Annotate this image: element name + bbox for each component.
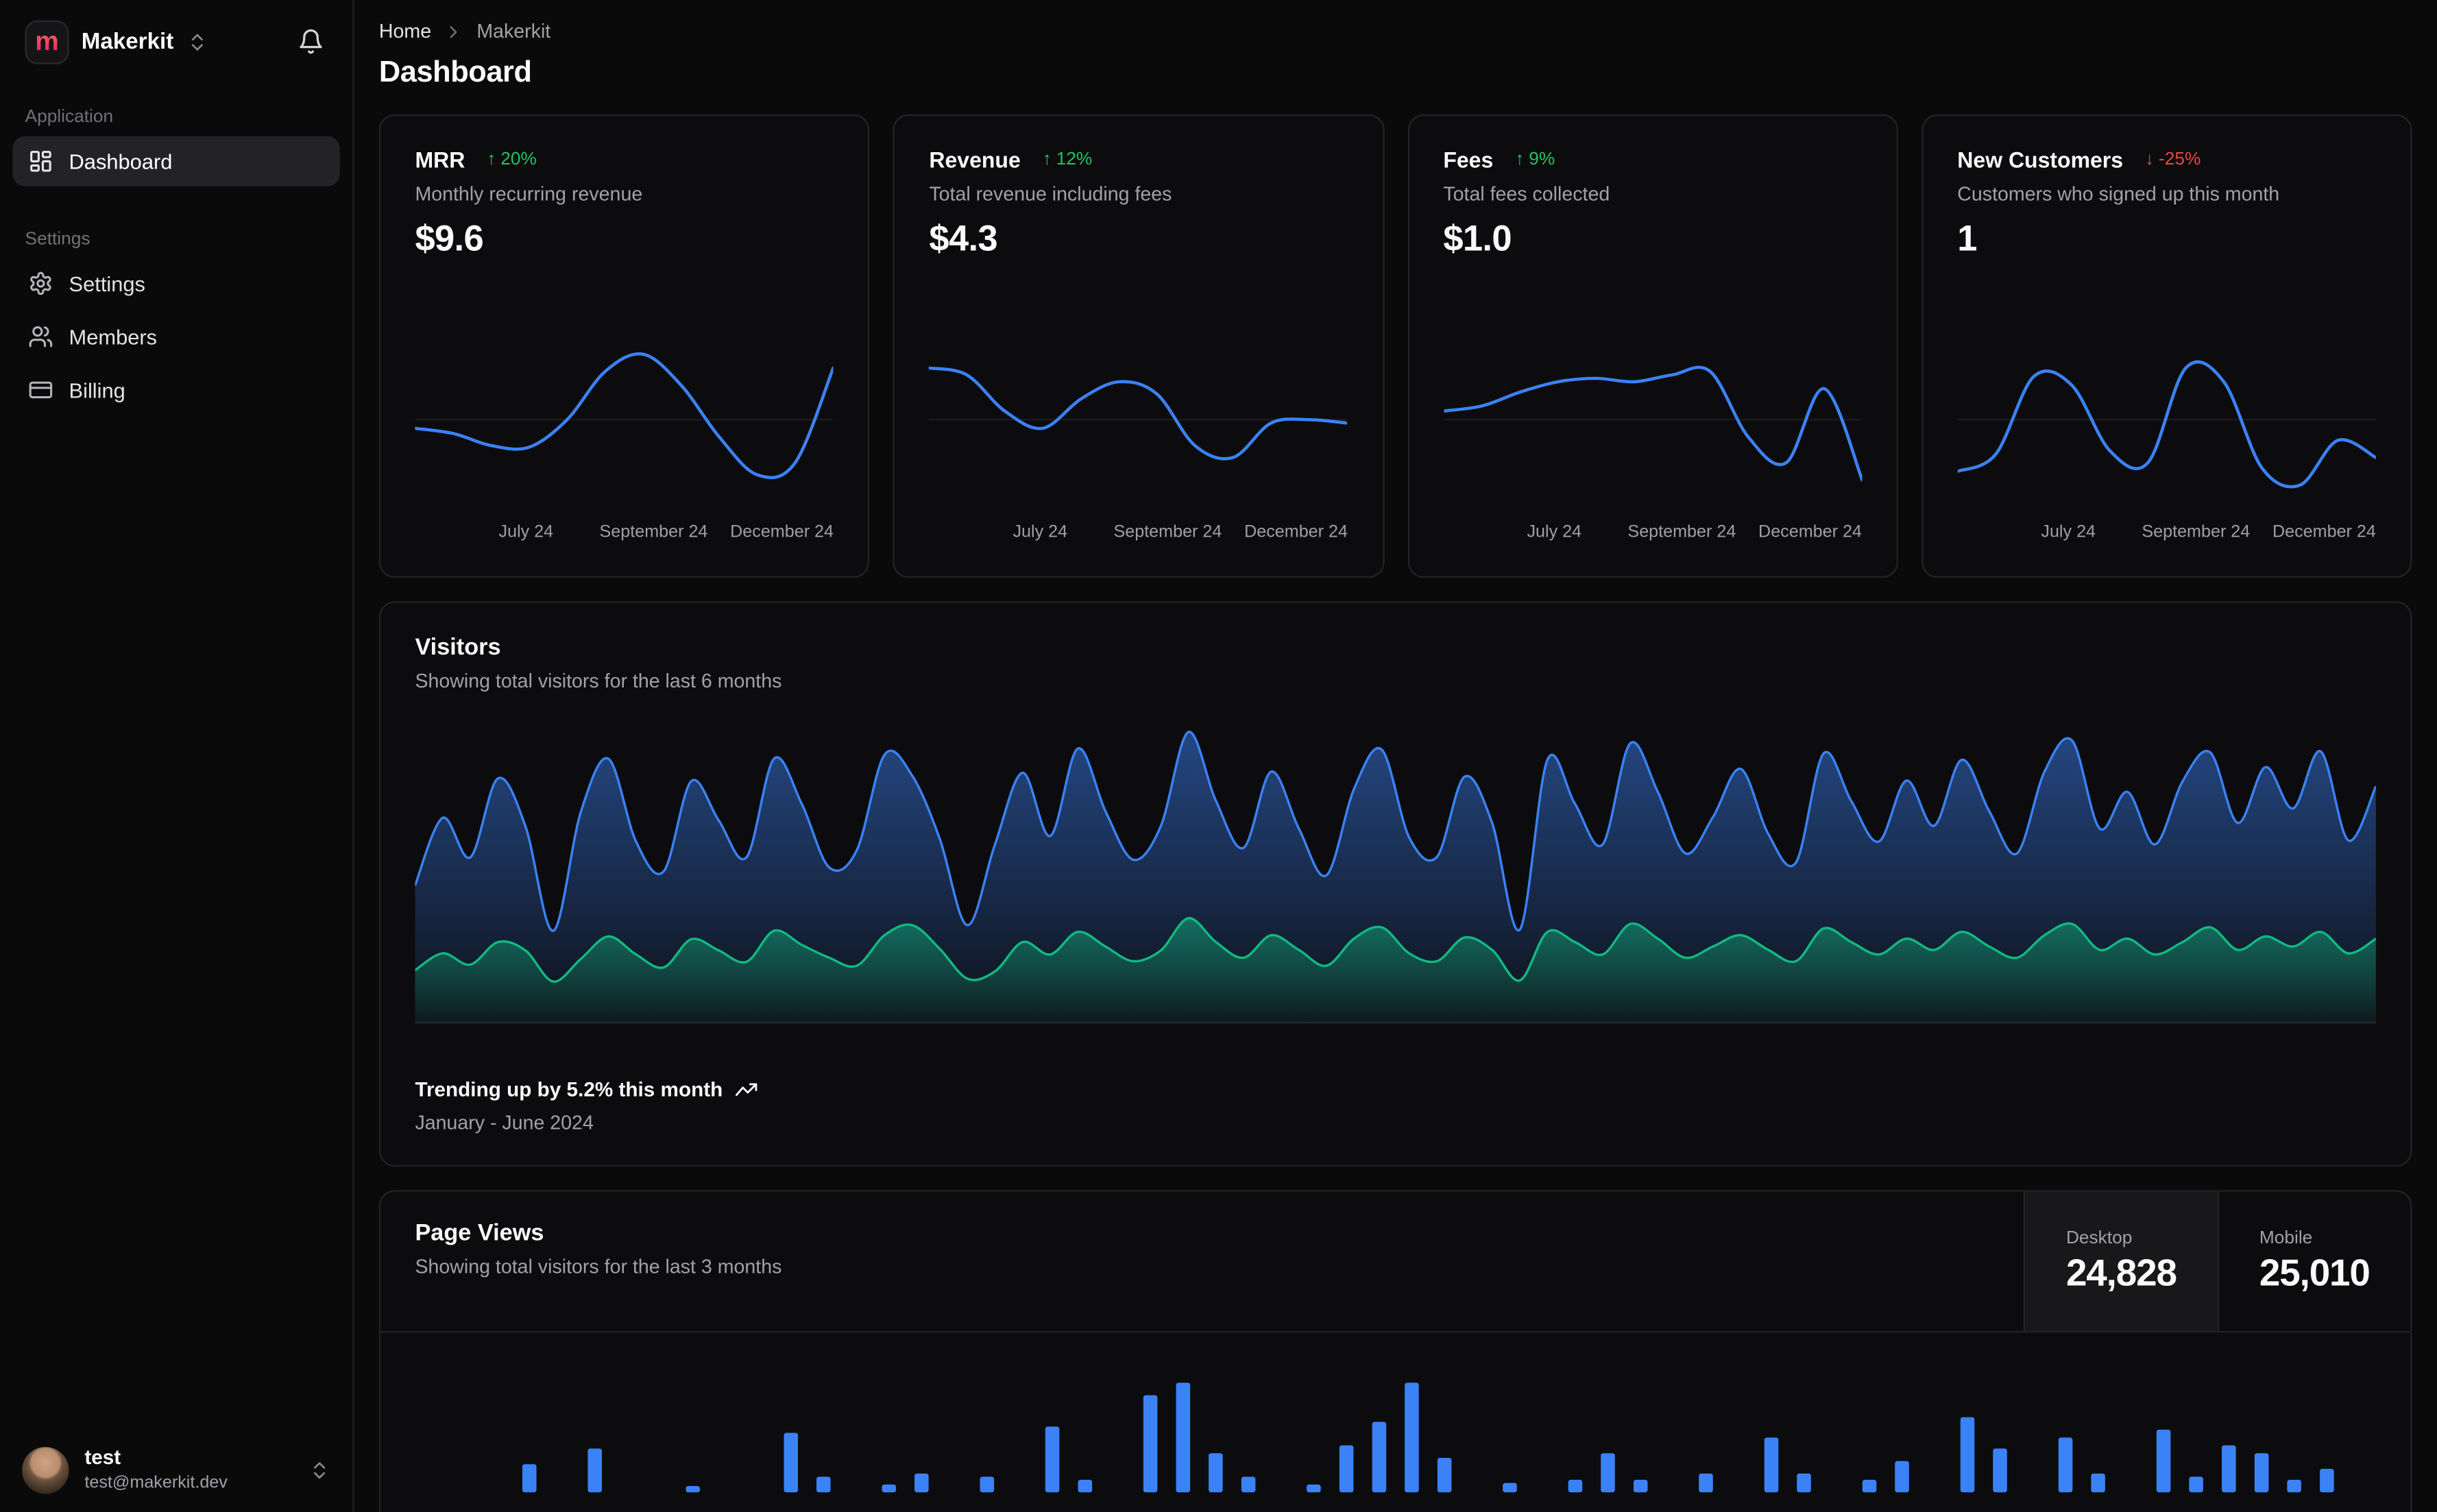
new-customers-sparkline-chart <box>1957 329 2376 511</box>
stat-title: New Customers <box>1957 147 2124 173</box>
user-name: test <box>84 1446 121 1470</box>
gear-icon <box>30 271 51 295</box>
stat-description: Customers who signed up this month <box>1957 183 2280 206</box>
app-window: m Makerkit Application Dashboard Setting… <box>0 0 2437 1512</box>
stat-description: Total fees collected <box>1443 183 1610 206</box>
stat-title: Revenue <box>929 147 1021 173</box>
trending-up-icon <box>736 1083 758 1097</box>
breadcrumb-current: Makerkit <box>476 20 551 42</box>
user-menu[interactable]: test test@makerkit.dev <box>0 1427 352 1512</box>
nav-settings: Settings Members Billing <box>0 249 352 418</box>
toggle-desktop[interactable]: Desktop 24,828 <box>2024 1191 2218 1331</box>
toggle-mobile[interactable]: Mobile 25,010 <box>2217 1191 2410 1331</box>
stat-description: Monthly recurring revenue <box>415 183 643 206</box>
section-label-application: Application <box>25 108 114 127</box>
user-email: test@makerkit.dev <box>84 1473 228 1492</box>
stat-value: $9.6 <box>415 217 484 258</box>
page-views-bar-chart <box>415 1332 2375 1493</box>
visitors-title: Visitors <box>415 634 501 661</box>
page-views-title: Page Views <box>415 1219 544 1247</box>
x-axis-ticks: July 24 September 24 December 24 <box>1527 523 1862 542</box>
section-label-settings: Settings <box>25 230 90 249</box>
stat-title: Fees <box>1443 147 1494 173</box>
stat-value: $4.3 <box>929 217 997 258</box>
arrow-up-icon: ↑ <box>487 150 496 169</box>
stat-card-new-customers: New Customers ↓ -25% Customers who signed… <box>1921 114 2412 578</box>
sidebar-item-label: Billing <box>69 378 125 402</box>
visitors-card: Visitors Showing total visitors for the … <box>378 601 2412 1167</box>
toggle-desktop-label: Desktop <box>2065 1229 2133 1248</box>
page-views-card: Page Views Showing total visitors for th… <box>378 1190 2412 1512</box>
visitors-footer: Trending up by 5.2% this month January -… <box>415 1077 2375 1134</box>
nav-application: Dashboard <box>0 127 352 189</box>
sidebar-item-billing[interactable]: Billing <box>12 365 340 415</box>
makerkit-logo: m <box>25 19 69 64</box>
breadcrumb-home-link[interactable]: Home <box>379 21 431 42</box>
chevrons-up-down-icon <box>314 1461 326 1478</box>
x-axis-ticks: July 24 September 24 December 24 <box>1013 523 1348 542</box>
stat-card-fees: Fees ↑ 9% Total fees collected $1.0 July … <box>1407 114 1898 578</box>
x-axis-ticks: July 24 September 24 December 24 <box>2041 523 2376 542</box>
workspace-name: Makerkit <box>81 29 174 54</box>
x-axis-ticks: July 24 September 24 December 24 <box>498 523 834 542</box>
credit-card-icon <box>29 381 53 399</box>
sidebar-item-label: Dashboard <box>69 149 173 173</box>
user-meta: test test@makerkit.dev <box>84 1446 293 1494</box>
users-icon <box>29 326 53 347</box>
stat-card-mrr: MRR ↑ 20% Monthly recurring revenue $9.6 … <box>378 114 870 578</box>
page-title: Dashboard <box>378 56 532 90</box>
arrow-up-icon: ↑ <box>1042 150 1052 169</box>
user-avatar <box>21 1446 69 1493</box>
chevron-right-icon <box>444 21 464 42</box>
stat-title: MRR <box>415 147 465 173</box>
arrow-down-icon: ↓ <box>2145 150 2155 169</box>
bell-icon <box>300 29 322 54</box>
toggle-mobile-label: Mobile <box>2259 1229 2313 1248</box>
toggle-desktop-value: 24,828 <box>2065 1252 2177 1295</box>
visitors-range-text: January - June 2024 <box>415 1112 594 1134</box>
page-views-header: Page Views Showing total visitors for th… <box>380 1191 2411 1333</box>
notifications-button[interactable] <box>288 19 333 64</box>
stat-value: 1 <box>1957 217 1977 258</box>
sidebar-item-members[interactable]: Members <box>12 312 340 362</box>
sidebar-item-label: Members <box>69 325 158 349</box>
visitors-trend-text: Trending up by 5.2% this month <box>415 1077 723 1101</box>
revenue-sparkline-chart <box>929 329 1348 511</box>
workspace-switcher[interactable]: m Makerkit <box>25 19 208 64</box>
page-views-subtitle: Showing total visitors for the last 3 mo… <box>415 1256 782 1278</box>
stat-cards-row: MRR ↑ 20% Monthly recurring revenue $9.6 … <box>378 114 2412 578</box>
sidebar-header: m Makerkit <box>0 0 352 67</box>
arrow-up-icon: ↑ <box>1515 150 1525 169</box>
chevrons-up-down-icon <box>191 33 203 50</box>
toggle-mobile-value: 25,010 <box>2259 1252 2371 1295</box>
mrr-sparkline-chart <box>415 329 834 511</box>
main-content: Home Makerkit Dashboard MRR ↑ 20% Monthly… <box>354 0 2437 1512</box>
trend-badge: ↑ 12% <box>1042 150 1093 169</box>
stat-description: Total revenue including fees <box>929 183 1172 206</box>
stat-card-revenue: Revenue ↑ 12% Total revenue including fee… <box>893 114 1384 578</box>
dashboard-icon <box>30 151 51 172</box>
fees-sparkline-chart <box>1443 329 1862 511</box>
breadcrumb: Home Makerkit <box>379 21 2412 42</box>
sidebar: m Makerkit Application Dashboard Setting… <box>0 0 354 1512</box>
sidebar-item-dashboard[interactable]: Dashboard <box>12 136 340 186</box>
trend-badge: ↑ 9% <box>1515 150 1555 169</box>
trend-badge: ↑ 20% <box>487 150 537 169</box>
trend-badge: ↓ -25% <box>2145 150 2201 169</box>
sidebar-item-settings[interactable]: Settings <box>12 258 340 308</box>
sidebar-item-label: Settings <box>69 271 145 295</box>
visitors-area-chart <box>415 714 2376 1025</box>
visitors-subtitle: Showing total visitors for the last 6 mo… <box>415 670 782 692</box>
stat-value: $1.0 <box>1443 217 1512 258</box>
